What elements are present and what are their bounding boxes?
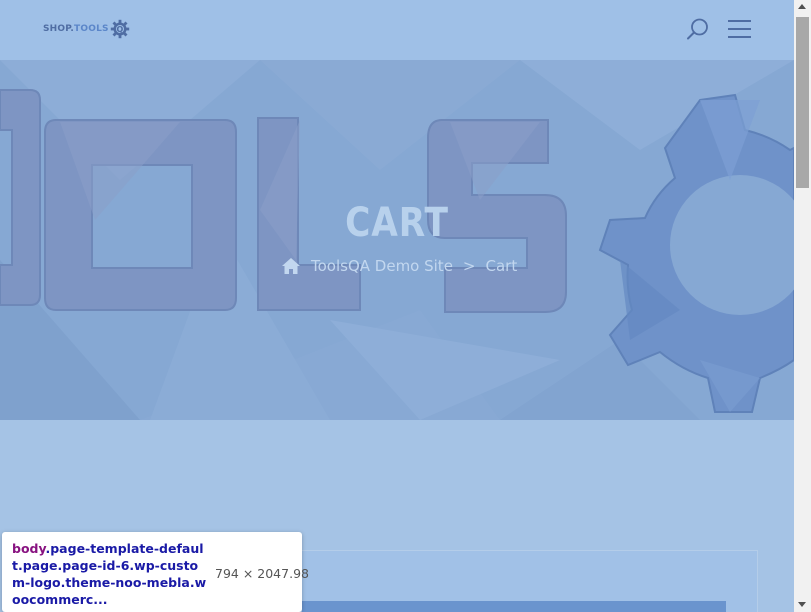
breadcrumb-current: Cart <box>485 257 518 275</box>
search-button[interactable] <box>686 17 710 41</box>
site-header: SHOP. TOOLS Q <box>0 0 794 60</box>
scrollbar-thumb[interactable] <box>796 17 809 188</box>
page: SHOP. TOOLS Q CART ToolsQA Demo Site > C… <box>0 0 811 612</box>
logo-text-tools: TOOLS <box>74 24 109 34</box>
inspector-selector: body.page-template-default.page.page-id-… <box>12 540 208 608</box>
menu-toggle-button[interactable] <box>728 19 752 39</box>
breadcrumb-home-link[interactable]: ToolsQA Demo Site <box>311 257 453 275</box>
inspector-dimensions: 794 × 2047.98 <box>215 566 309 581</box>
gear-icon: Q <box>110 19 129 39</box>
breadcrumb: ToolsQA Demo Site > Cart <box>282 257 517 275</box>
site-logo[interactable]: SHOP. TOOLS Q <box>43 19 130 39</box>
search-icon <box>687 18 708 40</box>
breadcrumb-separator: > <box>462 257 476 275</box>
scroll-down-arrow-icon[interactable] <box>798 602 806 607</box>
logo-text-shop: SHOP. <box>43 24 75 34</box>
hero-gear-graphic <box>598 93 794 413</box>
home-icon[interactable] <box>282 258 300 274</box>
page-hero-banner: CART ToolsQA Demo Site > Cart <box>0 60 794 420</box>
scroll-up-arrow-icon[interactable] <box>798 4 806 9</box>
cart-table-header-bar <box>302 601 726 612</box>
page-title: CART <box>345 200 449 246</box>
element-inspector-tooltip: body.page-template-default.page.page-id-… <box>2 532 309 612</box>
hamburger-menu-icon <box>728 20 751 38</box>
vertical-scrollbar[interactable] <box>794 0 811 612</box>
inspector-tag-name: body <box>12 541 46 556</box>
logo-text-q: Q <box>116 25 123 34</box>
